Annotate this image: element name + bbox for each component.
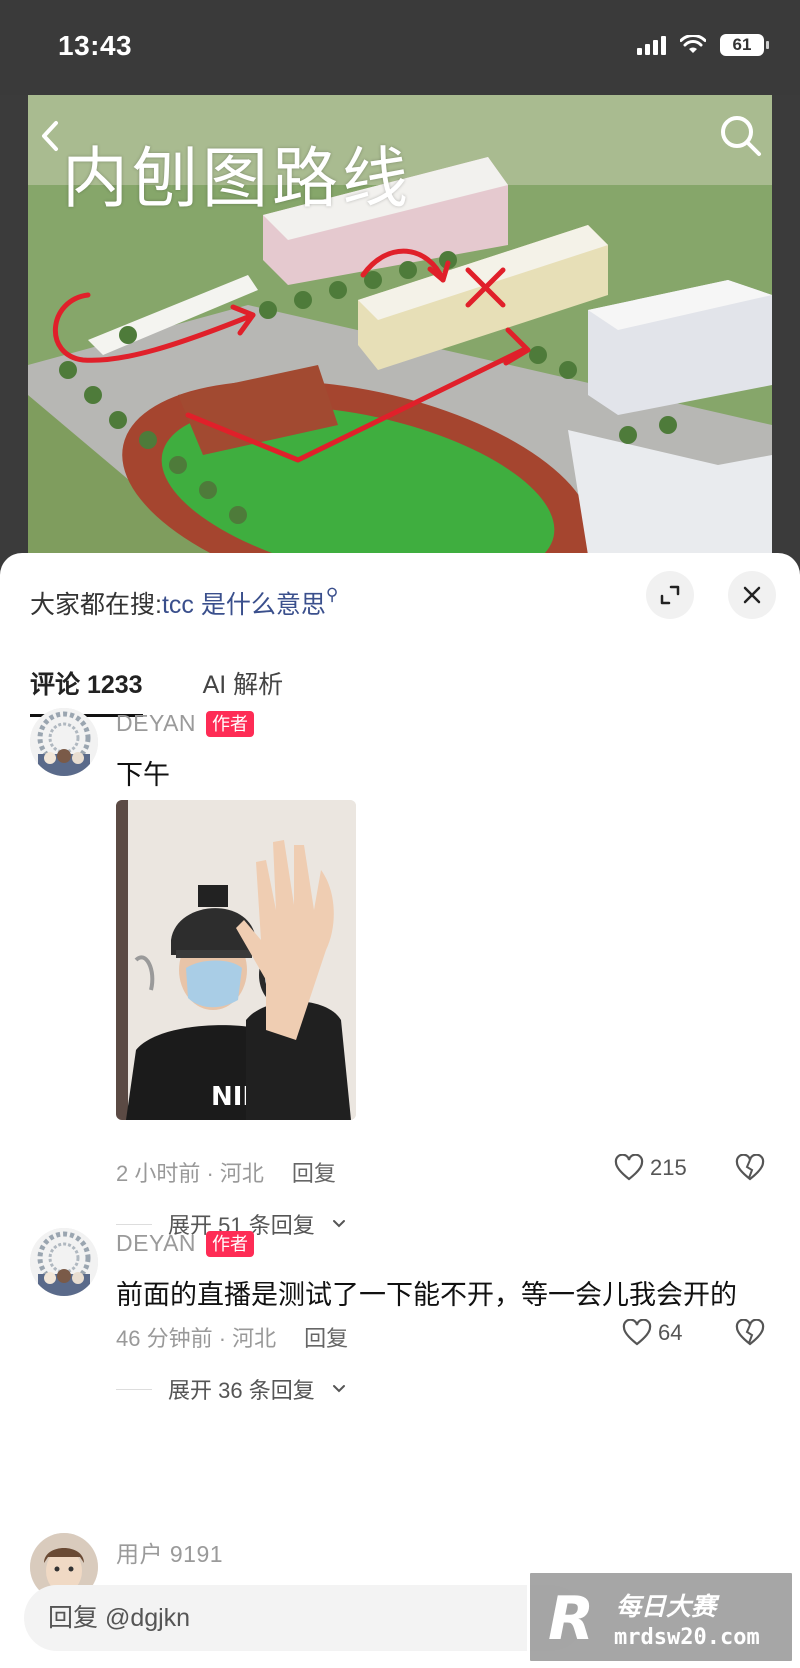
comment-time-location: 46 分钟前 · 河北: [116, 1326, 277, 1351]
status-bar: 13:43 61: [0, 0, 800, 95]
like-button[interactable]: 64: [622, 1319, 682, 1347]
comment-username[interactable]: 用户 9191: [116, 1535, 223, 1569]
author-avatar-image: [30, 1228, 98, 1296]
heart-icon: [622, 1319, 652, 1346]
watermark-url: mrdsw20.com: [614, 1625, 760, 1650]
comment-time-location: 2 小时前 · 河北: [116, 1161, 264, 1186]
cellular-signal-icon: [637, 35, 666, 55]
expand-icon: [660, 585, 680, 605]
dislike-button[interactable]: [735, 1318, 765, 1352]
chevron-left-icon: [42, 121, 58, 151]
trending-search-term[interactable]: tcc 是什么意思: [162, 591, 326, 619]
reply-input[interactable]: 回复 @dgjkn: [24, 1585, 584, 1651]
trending-search-prefix: 大家都在搜:: [30, 591, 162, 619]
divider-line: [116, 1388, 152, 1390]
search-button[interactable]: [716, 111, 766, 161]
broken-heart-icon: [735, 1153, 765, 1181]
close-sheet-button[interactable]: [728, 571, 776, 619]
tab-ai-analysis[interactable]: AI 解析: [203, 665, 284, 717]
status-icons: 61: [637, 34, 769, 56]
expand-sheet-button[interactable]: [646, 571, 694, 619]
like-button[interactable]: 215: [614, 1154, 687, 1182]
comment-meta: 46 分钟前 · 河北 回复: [116, 1321, 348, 1353]
like-count: 64: [658, 1320, 683, 1345]
broken-heart-icon: [735, 1318, 765, 1346]
wifi-icon: [680, 35, 706, 55]
author-badge: 作者: [206, 711, 254, 737]
heart-icon: [614, 1154, 644, 1181]
reply-button[interactable]: 回复: [292, 1161, 336, 1186]
watermark-title: 每日大赛: [616, 1593, 717, 1621]
avatar[interactable]: [30, 1228, 98, 1296]
trending-search-hint[interactable]: 大家都在搜:tcc 是什么意思⚲: [30, 585, 338, 621]
expand-replies-label: 展开 36 条回复: [168, 1378, 315, 1403]
avatar[interactable]: [30, 708, 98, 776]
comment-meta: 2 小时前 · 河北 回复: [116, 1156, 336, 1188]
divider-line: [116, 1223, 152, 1225]
expand-replies-button[interactable]: 展开 36 条回复: [116, 1373, 347, 1405]
like-count: 215: [650, 1155, 687, 1180]
comment-text: 前面的直播是测试了一下能不开，等一会儿我会开的: [116, 1280, 737, 1310]
comment-photo[interactable]: NIKE: [116, 800, 356, 1120]
person-waving-photo: NIKE: [116, 800, 356, 1120]
back-button[interactable]: [32, 113, 68, 159]
author-badge: 作者: [206, 1231, 254, 1257]
battery-indicator: 61: [720, 34, 769, 56]
dislike-button[interactable]: [735, 1153, 765, 1187]
search-icon: [721, 116, 761, 156]
comments-sheet: 大家都在搜:tcc 是什么意思⚲ 评论 1233 AI 解析 DEYAN 作者 …: [0, 553, 800, 1668]
image-overlay-title: 内刨图路线: [62, 140, 412, 217]
close-icon: [743, 586, 761, 604]
chevron-down-icon: [332, 1385, 345, 1393]
author-avatar-image: [30, 708, 98, 776]
status-time: 13:43: [58, 30, 133, 61]
post-image[interactable]: 内刨图路线: [28, 95, 772, 555]
comment-username[interactable]: DEYAN: [116, 1230, 196, 1257]
comment-text: 下午: [116, 760, 170, 790]
small-search-icon: ⚲: [325, 585, 339, 604]
chevron-down-icon: [332, 1220, 345, 1228]
reply-button[interactable]: 回复: [304, 1326, 348, 1351]
comment-username[interactable]: DEYAN: [116, 710, 196, 737]
watermark-logo: R: [548, 1584, 595, 1654]
site-watermark: R 每日大赛 mrdsw20.com: [527, 1570, 795, 1664]
